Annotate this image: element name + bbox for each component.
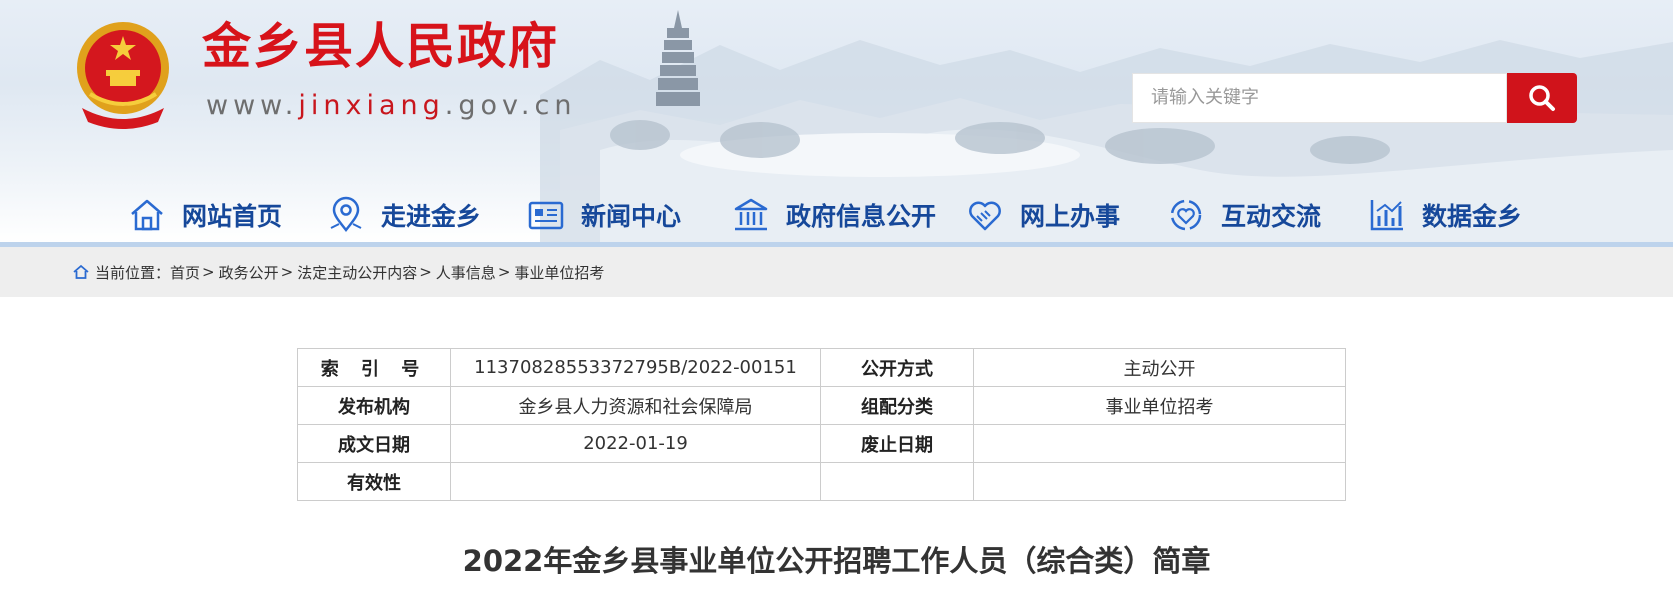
table-row: 成文日期 2022-01-19 废止日期 <box>297 424 1346 463</box>
nav-label-about: 走进金乡 <box>381 202 482 231</box>
nav-label-data: 数据金乡 <box>1422 202 1523 231</box>
site-url: www.jinxiang.gov.cn <box>206 90 576 121</box>
table-row: 发布机构 金乡县人力资源和社会保障局 组配分类 事业单位招考 <box>297 386 1346 425</box>
nav-item-news[interactable]: 新闻中心 <box>527 188 681 242</box>
breadcrumb: 当前位置： 首页 > 政务公开 > 法定主动公开内容 > 人事信息 > 事业单位招考 <box>73 247 604 297</box>
search-input[interactable]: 请输入关键字 <box>1132 73 1507 123</box>
issue-date-label: 成文日期 <box>297 424 451 463</box>
nav-label-gov-info: 政府信息公开 <box>786 202 937 231</box>
publisher-value: 金乡县人力资源和社会保障局 <box>450 386 821 425</box>
breadcrumb-separator: > <box>280 263 294 281</box>
nav-label-online-service: 网上办事 <box>1020 202 1121 231</box>
breadcrumb-link-recruitment[interactable]: 事业单位招考 <box>514 262 604 283</box>
breadcrumb-link-personnel[interactable]: 人事信息 <box>436 262 496 283</box>
validity-label: 有效性 <box>297 462 451 501</box>
nav-item-home[interactable]: 网站首页 <box>128 188 282 242</box>
site-url-prefix: www. <box>206 90 299 121</box>
document-info-table: 索 引 号 11370828553372795B/2022-00151 公开方式… <box>297 348 1346 501</box>
newspaper-icon <box>528 201 564 230</box>
breadcrumb-link-statutory[interactable]: 法定主动公开内容 <box>297 262 417 283</box>
index-number-value: 11370828553372795B/2022-00151 <box>450 348 821 387</box>
nav-label-home: 网站首页 <box>182 202 283 231</box>
search-icon <box>1529 85 1555 111</box>
breadcrumb-prefix: 当前位置： <box>95 263 171 282</box>
site-header: 金乡县人民政府 www.jinxiang.gov.cn 请输入关键字 网站首页 … <box>0 0 1673 243</box>
breadcrumb-separator: > <box>202 263 215 281</box>
expiry-date-value <box>973 424 1346 463</box>
nav-label-interaction: 互动交流 <box>1221 202 1322 231</box>
empty-cell <box>973 462 1346 501</box>
government-building-icon <box>734 198 768 231</box>
index-number-label: 索 引 号 <box>297 348 451 387</box>
main-nav: 网站首页 走进金乡 新闻中心 政府信息公开 网上办事 互动交流 数据金乡 <box>0 188 1673 242</box>
empty-cell <box>820 462 974 501</box>
bar-chart-icon <box>1370 200 1403 231</box>
disclosure-method-value: 主动公开 <box>973 348 1346 387</box>
nav-item-data[interactable]: 数据金乡 <box>1368 188 1522 242</box>
handshake-heart-icon <box>969 201 1001 231</box>
validity-value <box>450 462 821 501</box>
disclosure-method-label: 公开方式 <box>820 348 974 387</box>
document-title: 2022年金乡县事业单位公开招聘工作人员（综合类）简章 <box>462 544 1211 578</box>
site-title: 金乡县人民政府 <box>202 18 560 75</box>
home-small-icon <box>73 264 89 279</box>
site-url-domain: jinxiang <box>298 90 445 121</box>
location-pin-icon <box>330 196 362 233</box>
nav-item-about[interactable]: 走进金乡 <box>327 188 481 242</box>
table-row: 索 引 号 11370828553372795B/2022-00151 公开方式… <box>297 348 1346 387</box>
category-label: 组配分类 <box>820 386 974 425</box>
nav-item-online-service[interactable]: 网上办事 <box>966 188 1120 242</box>
category-value: 事业单位招考 <box>973 386 1346 425</box>
site-url-suffix: .gov.cn <box>444 90 577 121</box>
issue-date-value: 2022-01-19 <box>450 424 821 463</box>
expiry-date-label: 废止日期 <box>820 424 974 463</box>
nav-label-news: 新闻中心 <box>581 202 682 231</box>
table-row: 有效性 <box>297 462 1346 501</box>
breadcrumb-separator: > <box>497 263 511 281</box>
breadcrumb-link-gov-affairs[interactable]: 政务公开 <box>219 262 279 283</box>
home-icon <box>131 199 163 231</box>
nav-item-interaction[interactable]: 互动交流 <box>1167 188 1321 242</box>
interaction-icon <box>1170 199 1202 231</box>
nav-item-gov-info[interactable]: 政府信息公开 <box>732 188 936 242</box>
publisher-label: 发布机构 <box>297 386 451 425</box>
national-emblem-icon <box>77 22 169 129</box>
breadcrumb-link-home[interactable]: 首页 <box>170 262 200 283</box>
search-button[interactable] <box>1507 73 1577 123</box>
breadcrumb-bar: 当前位置： 首页 > 政务公开 > 法定主动公开内容 > 人事信息 > 事业单位招考 <box>0 247 1673 297</box>
breadcrumb-separator: > <box>419 263 432 281</box>
